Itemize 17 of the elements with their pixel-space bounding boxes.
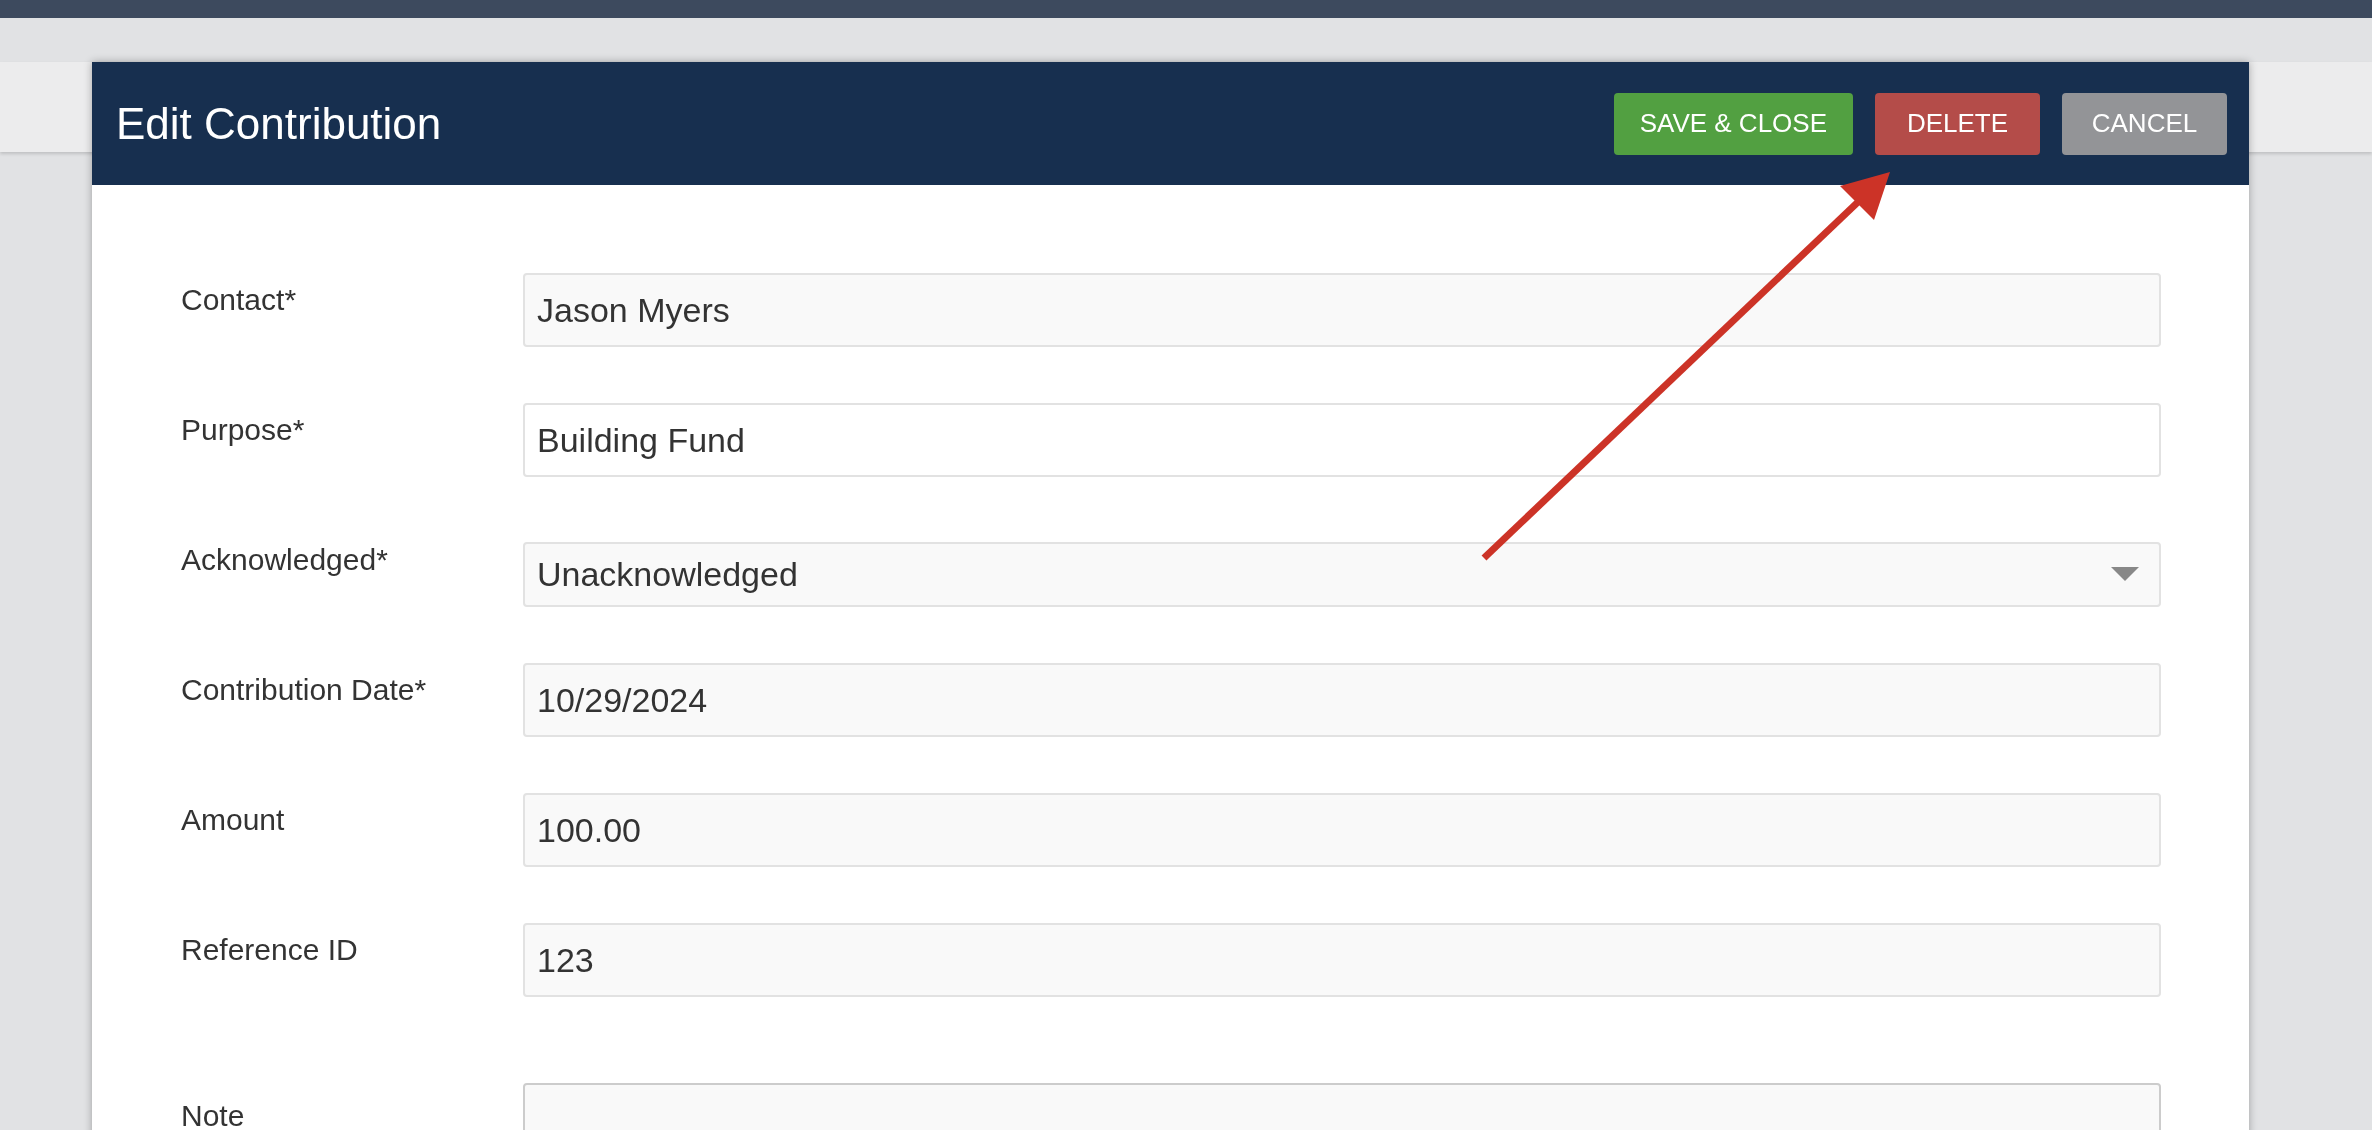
field-label: Contact* [181,282,298,318]
field-label: Purpose* [181,412,306,448]
input-field[interactable]: 10/29/2024 [523,663,2161,737]
field-label: Amount [181,802,286,838]
field-label: Acknowledged* [181,542,389,578]
dialog-title: Edit Contribution [116,97,442,150]
caret-icon [2111,566,2139,583]
field-label: Note [181,1098,246,1130]
select-value: Unacknowledged [537,554,798,595]
field-label: Reference ID [181,932,359,968]
input-field[interactable]: Jason Myers [523,273,2161,347]
input-field[interactable]: 100.00 [523,793,2161,867]
input-field[interactable]: 123 [523,923,2161,997]
select-field[interactable]: Unacknowledged [523,542,2161,607]
field-label: Contribution Date* [181,672,428,708]
delete-button[interactable]: DELETE [1875,92,2040,155]
input-field[interactable]: Building Fund [523,403,2161,477]
